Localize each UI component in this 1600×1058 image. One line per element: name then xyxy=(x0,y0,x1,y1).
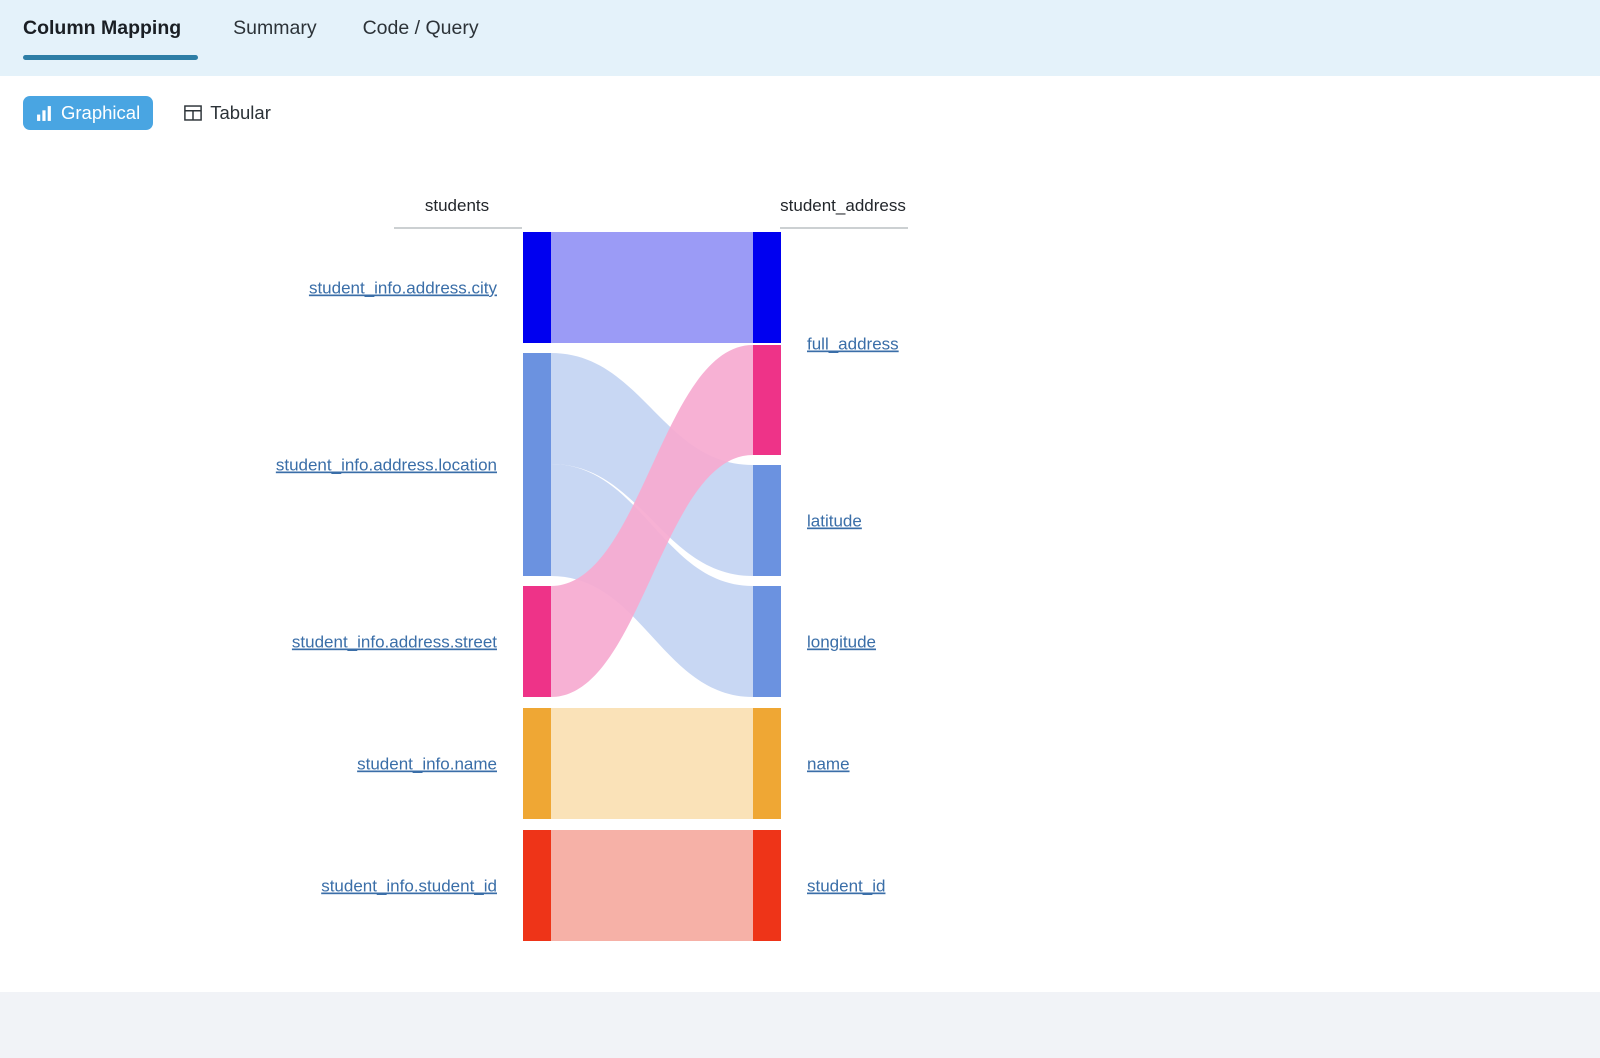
source-node-label-city[interactable]: student_info.address.city xyxy=(309,279,498,298)
target-node-label-name[interactable]: name xyxy=(807,755,850,774)
tab-bar: Column Mapping Summary Code / Query xyxy=(0,0,1600,76)
source-node-location[interactable] xyxy=(523,353,551,576)
tab-summary-label: Summary xyxy=(233,17,317,39)
source-node-label-street[interactable]: student_info.address.street xyxy=(292,633,497,652)
target-node-full_address-seg0[interactable] xyxy=(753,232,781,343)
tab-active-underline xyxy=(23,55,199,60)
target-node-label-latitude[interactable]: latitude xyxy=(807,512,862,531)
source-node-label-student_id[interactable]: student_info.student_id xyxy=(321,877,497,896)
graphical-view-button[interactable]: Graphical xyxy=(23,96,154,130)
sankey-link[interactable] xyxy=(551,708,753,819)
sankey-links xyxy=(551,232,753,941)
tab-column-mapping-label: Column Mapping xyxy=(23,17,182,39)
source-table-header: students xyxy=(425,196,489,215)
tabular-view-label: Tabular xyxy=(210,102,271,123)
sankey-diagram[interactable]: students student_address student_info.addr… xyxy=(0,140,1600,992)
tab-column-mapping[interactable]: Column Mapping xyxy=(23,0,199,76)
sankey-diagram-container: students student_address student_info.addr… xyxy=(0,140,1600,992)
target-node-latitude[interactable] xyxy=(753,465,781,576)
column-mapping-page: Column Mapping Summary Code / Query Grap… xyxy=(0,0,1600,1058)
source-node-label-location[interactable]: student_info.address.location xyxy=(276,456,497,475)
target-node-name[interactable] xyxy=(753,708,781,819)
target-node-longitude[interactable] xyxy=(753,586,781,697)
tab-summary[interactable]: Summary xyxy=(216,0,333,76)
source-node-student_id[interactable] xyxy=(523,830,551,941)
source-node-city[interactable] xyxy=(523,232,551,343)
sankey-link[interactable] xyxy=(551,232,753,343)
target-node-label-student_id[interactable]: student_id xyxy=(807,877,885,896)
target-node-full_address-seg1[interactable] xyxy=(753,345,781,455)
table-icon xyxy=(184,104,203,122)
page-footer xyxy=(0,992,1600,1058)
tab-code-query-label: Code / Query xyxy=(362,17,479,39)
source-node-label-name[interactable]: student_info.name xyxy=(357,755,497,774)
target-node-label-full_address[interactable]: full_address xyxy=(807,335,899,354)
source-node-street[interactable] xyxy=(523,586,551,697)
sankey-link[interactable] xyxy=(551,830,753,941)
target-node-label-longitude[interactable]: longitude xyxy=(807,633,876,652)
graphical-view-label: Graphical xyxy=(61,102,141,123)
target-node-student_id[interactable] xyxy=(753,830,781,941)
tabular-view-button[interactable]: Tabular xyxy=(171,96,284,130)
bar-chart-icon xyxy=(36,105,53,122)
view-mode-toggle: Graphical Tabular xyxy=(23,96,284,130)
target-table-header: student_address xyxy=(780,196,906,215)
source-node-name[interactable] xyxy=(523,708,551,819)
tab-code-query[interactable]: Code / Query xyxy=(346,0,496,76)
